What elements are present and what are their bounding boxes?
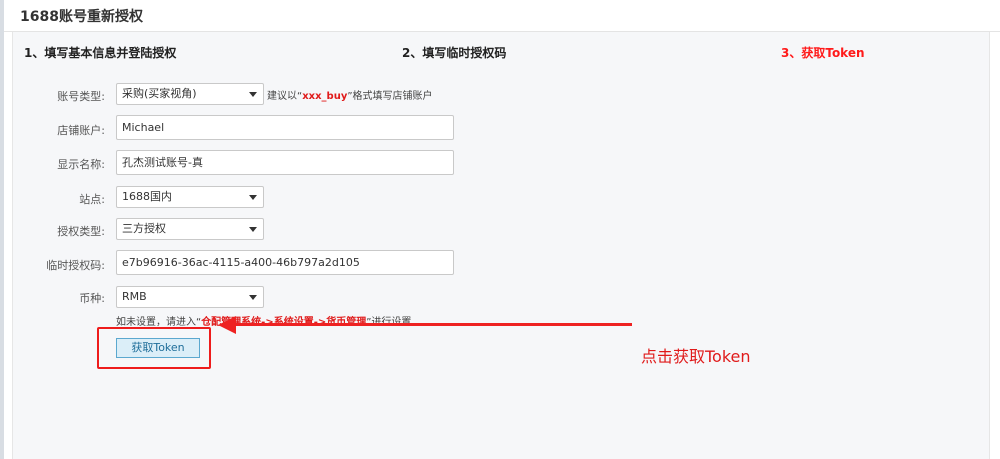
auth-type-label: 授权类型:	[57, 225, 105, 238]
get-token-button[interactable]: 获取Token	[116, 338, 200, 358]
step-2-label: 2、填写临时授权码	[402, 46, 507, 60]
shop-account-label: 店铺账户:	[57, 124, 105, 137]
temp-code-input[interactable]: e7b96916-36ac-4115-a400-46b797a2d105	[116, 250, 454, 275]
currency-label: 币种:	[79, 292, 105, 305]
auth-type-select[interactable]: 三方授权	[116, 218, 264, 240]
chevron-down-icon	[249, 227, 257, 232]
chevron-down-icon	[249, 92, 257, 97]
step-1-label: 1、填写基本信息并登陆授权	[24, 46, 177, 60]
chevron-down-icon	[249, 295, 257, 300]
get-token-highlight-box: 获取Token	[97, 327, 211, 369]
page-title: 1688账号重新授权	[20, 9, 143, 25]
main-content: 1、填写基本信息并登陆授权 2、填写临时授权码 3、获取Token 账号类型: …	[12, 32, 990, 459]
display-name-input[interactable]: 孔杰测试账号-真	[116, 150, 454, 175]
step-3-label: 3、获取Token	[781, 46, 865, 60]
site-label: 站点:	[79, 193, 105, 206]
account-type-label: 账号类型:	[57, 90, 105, 103]
site-value: 1688国内	[122, 190, 172, 203]
chevron-down-icon	[249, 195, 257, 200]
shop-account-input[interactable]: Michael	[116, 115, 454, 140]
account-type-hint-format: xxx_buy	[302, 91, 348, 102]
display-name-label: 显示名称:	[57, 158, 105, 171]
account-type-hint-suffix: ”格式填写店铺账户	[347, 91, 433, 102]
title-bar: 1688账号重新授权	[4, 0, 1000, 32]
site-select[interactable]: 1688国内	[116, 186, 264, 208]
annotation-arrow-line	[232, 323, 632, 326]
currency-value: RMB	[122, 290, 147, 303]
account-type-value: 采购(买家视角)	[122, 87, 197, 100]
currency-select[interactable]: RMB	[116, 286, 264, 308]
account-type-hint-prefix: 建议以“	[267, 91, 303, 102]
auth-type-value: 三方授权	[122, 222, 166, 235]
account-type-select[interactable]: 采购(买家视角)	[116, 83, 264, 105]
account-type-hint: 建议以“xxx_buy”格式填写店铺账户	[267, 87, 433, 102]
temp-code-label: 临时授权码:	[46, 259, 105, 272]
annotation-callout: 点击获取Token	[641, 347, 751, 366]
left-edge-strip	[0, 0, 4, 459]
